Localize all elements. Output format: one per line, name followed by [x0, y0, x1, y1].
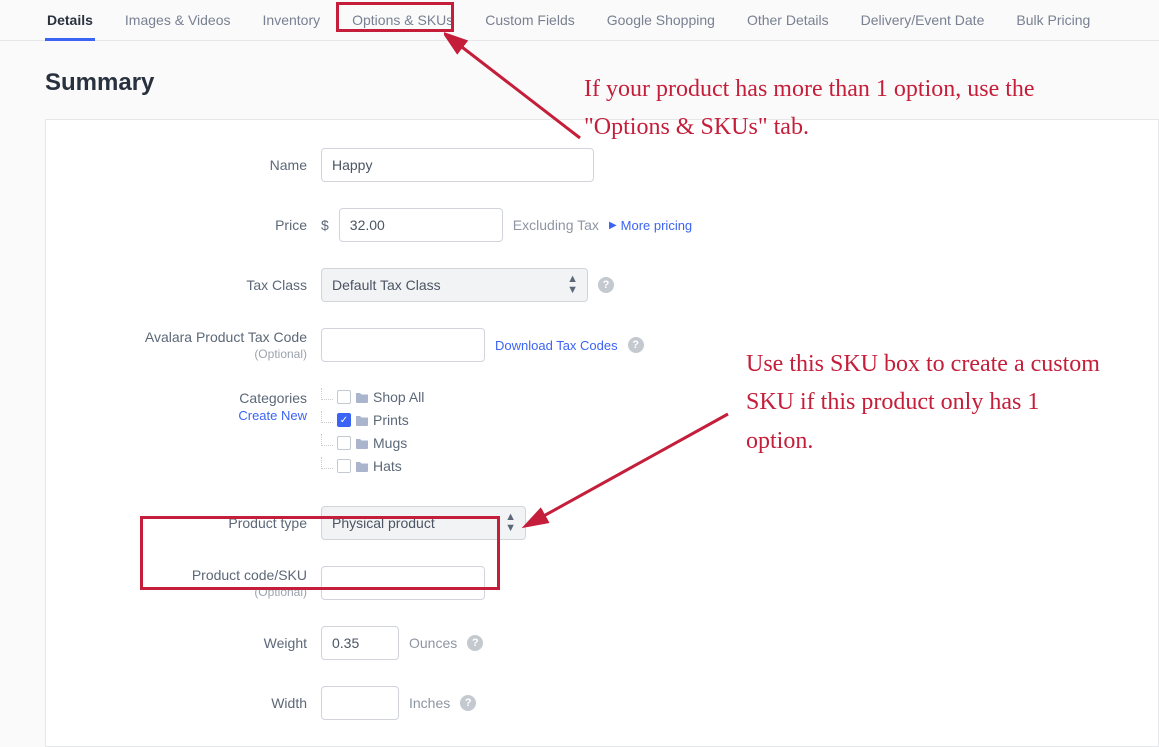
category-label: Hats: [373, 458, 402, 474]
price-input[interactable]: [339, 208, 503, 242]
tab-custom-fields[interactable]: Custom Fields: [483, 0, 576, 40]
tab-delivery-date[interactable]: Delivery/Event Date: [859, 0, 987, 40]
folder-icon: [355, 414, 369, 426]
folder-icon: [355, 391, 369, 403]
category-checkbox[interactable]: [337, 436, 351, 450]
width-label: Width: [271, 695, 307, 711]
avalara-label: Avalara Product Tax Code: [145, 329, 307, 345]
category-item[interactable]: Mugs: [321, 434, 424, 452]
more-pricing-text: More pricing: [621, 218, 693, 233]
category-label: Mugs: [373, 435, 407, 451]
help-icon[interactable]: ?: [598, 277, 614, 293]
folder-icon: [355, 460, 369, 472]
producttype-label: Product type: [228, 515, 307, 531]
tree-line-icon: [321, 457, 333, 469]
weight-input[interactable]: [321, 626, 399, 660]
categories-label: Categories: [239, 390, 307, 406]
tab-options-skus[interactable]: Options & SKUs: [350, 0, 455, 40]
producttype-select[interactable]: Physical product: [321, 506, 526, 540]
width-input[interactable]: [321, 686, 399, 720]
name-label: Name: [270, 157, 307, 173]
tree-line-icon: [321, 411, 333, 423]
chevron-right-icon: ▶: [609, 220, 617, 231]
category-item[interactable]: ✓ Prints: [321, 411, 424, 429]
category-checkbox[interactable]: [337, 459, 351, 473]
price-prefix: $: [321, 217, 329, 233]
annotation-top: If your product has more than 1 option, …: [584, 70, 1044, 147]
category-tree: Shop All ✓ Prints Mugs: [321, 388, 424, 480]
help-icon[interactable]: ?: [460, 695, 476, 711]
sku-label: Product code/SKU: [192, 567, 307, 583]
category-label: Shop All: [373, 389, 424, 405]
weight-label: Weight: [264, 635, 307, 651]
price-label: Price: [275, 217, 307, 233]
annotation-bottom: Use this SKU box to create a custom SKU …: [746, 345, 1106, 460]
help-icon[interactable]: ?: [628, 337, 644, 353]
create-new-category-link[interactable]: Create New: [238, 408, 307, 423]
taxclass-label: Tax Class: [246, 277, 307, 293]
tab-inventory[interactable]: Inventory: [261, 0, 323, 40]
avalara-input[interactable]: [321, 328, 485, 362]
tree-line-icon: [321, 434, 333, 446]
price-tax-note: Excluding Tax: [513, 217, 599, 233]
more-pricing-link[interactable]: ▶ More pricing: [609, 218, 692, 233]
tab-google-shopping[interactable]: Google Shopping: [605, 0, 717, 40]
tabs-bar: Details Images & Videos Inventory Option…: [0, 0, 1159, 41]
tab-details[interactable]: Details: [45, 0, 95, 40]
taxclass-select[interactable]: Default Tax Class: [321, 268, 588, 302]
weight-unit: Ounces: [409, 635, 457, 651]
download-tax-codes-link[interactable]: Download Tax Codes: [495, 338, 618, 353]
category-item[interactable]: Hats: [321, 457, 424, 475]
folder-icon: [355, 437, 369, 449]
help-icon[interactable]: ?: [467, 635, 483, 651]
sku-input[interactable]: [321, 566, 485, 600]
category-checkbox[interactable]: [337, 390, 351, 404]
category-label: Prints: [373, 412, 409, 428]
width-unit: Inches: [409, 695, 450, 711]
avalara-optional: (Optional): [254, 347, 307, 361]
category-checkbox-checked[interactable]: ✓: [337, 413, 351, 427]
sku-optional: (Optional): [254, 585, 307, 599]
tree-line-icon: [321, 388, 333, 400]
category-item[interactable]: Shop All: [321, 388, 424, 406]
name-input[interactable]: [321, 148, 594, 182]
tab-other-details[interactable]: Other Details: [745, 0, 831, 40]
tab-images-videos[interactable]: Images & Videos: [123, 0, 233, 40]
tab-bulk-pricing[interactable]: Bulk Pricing: [1014, 0, 1092, 40]
